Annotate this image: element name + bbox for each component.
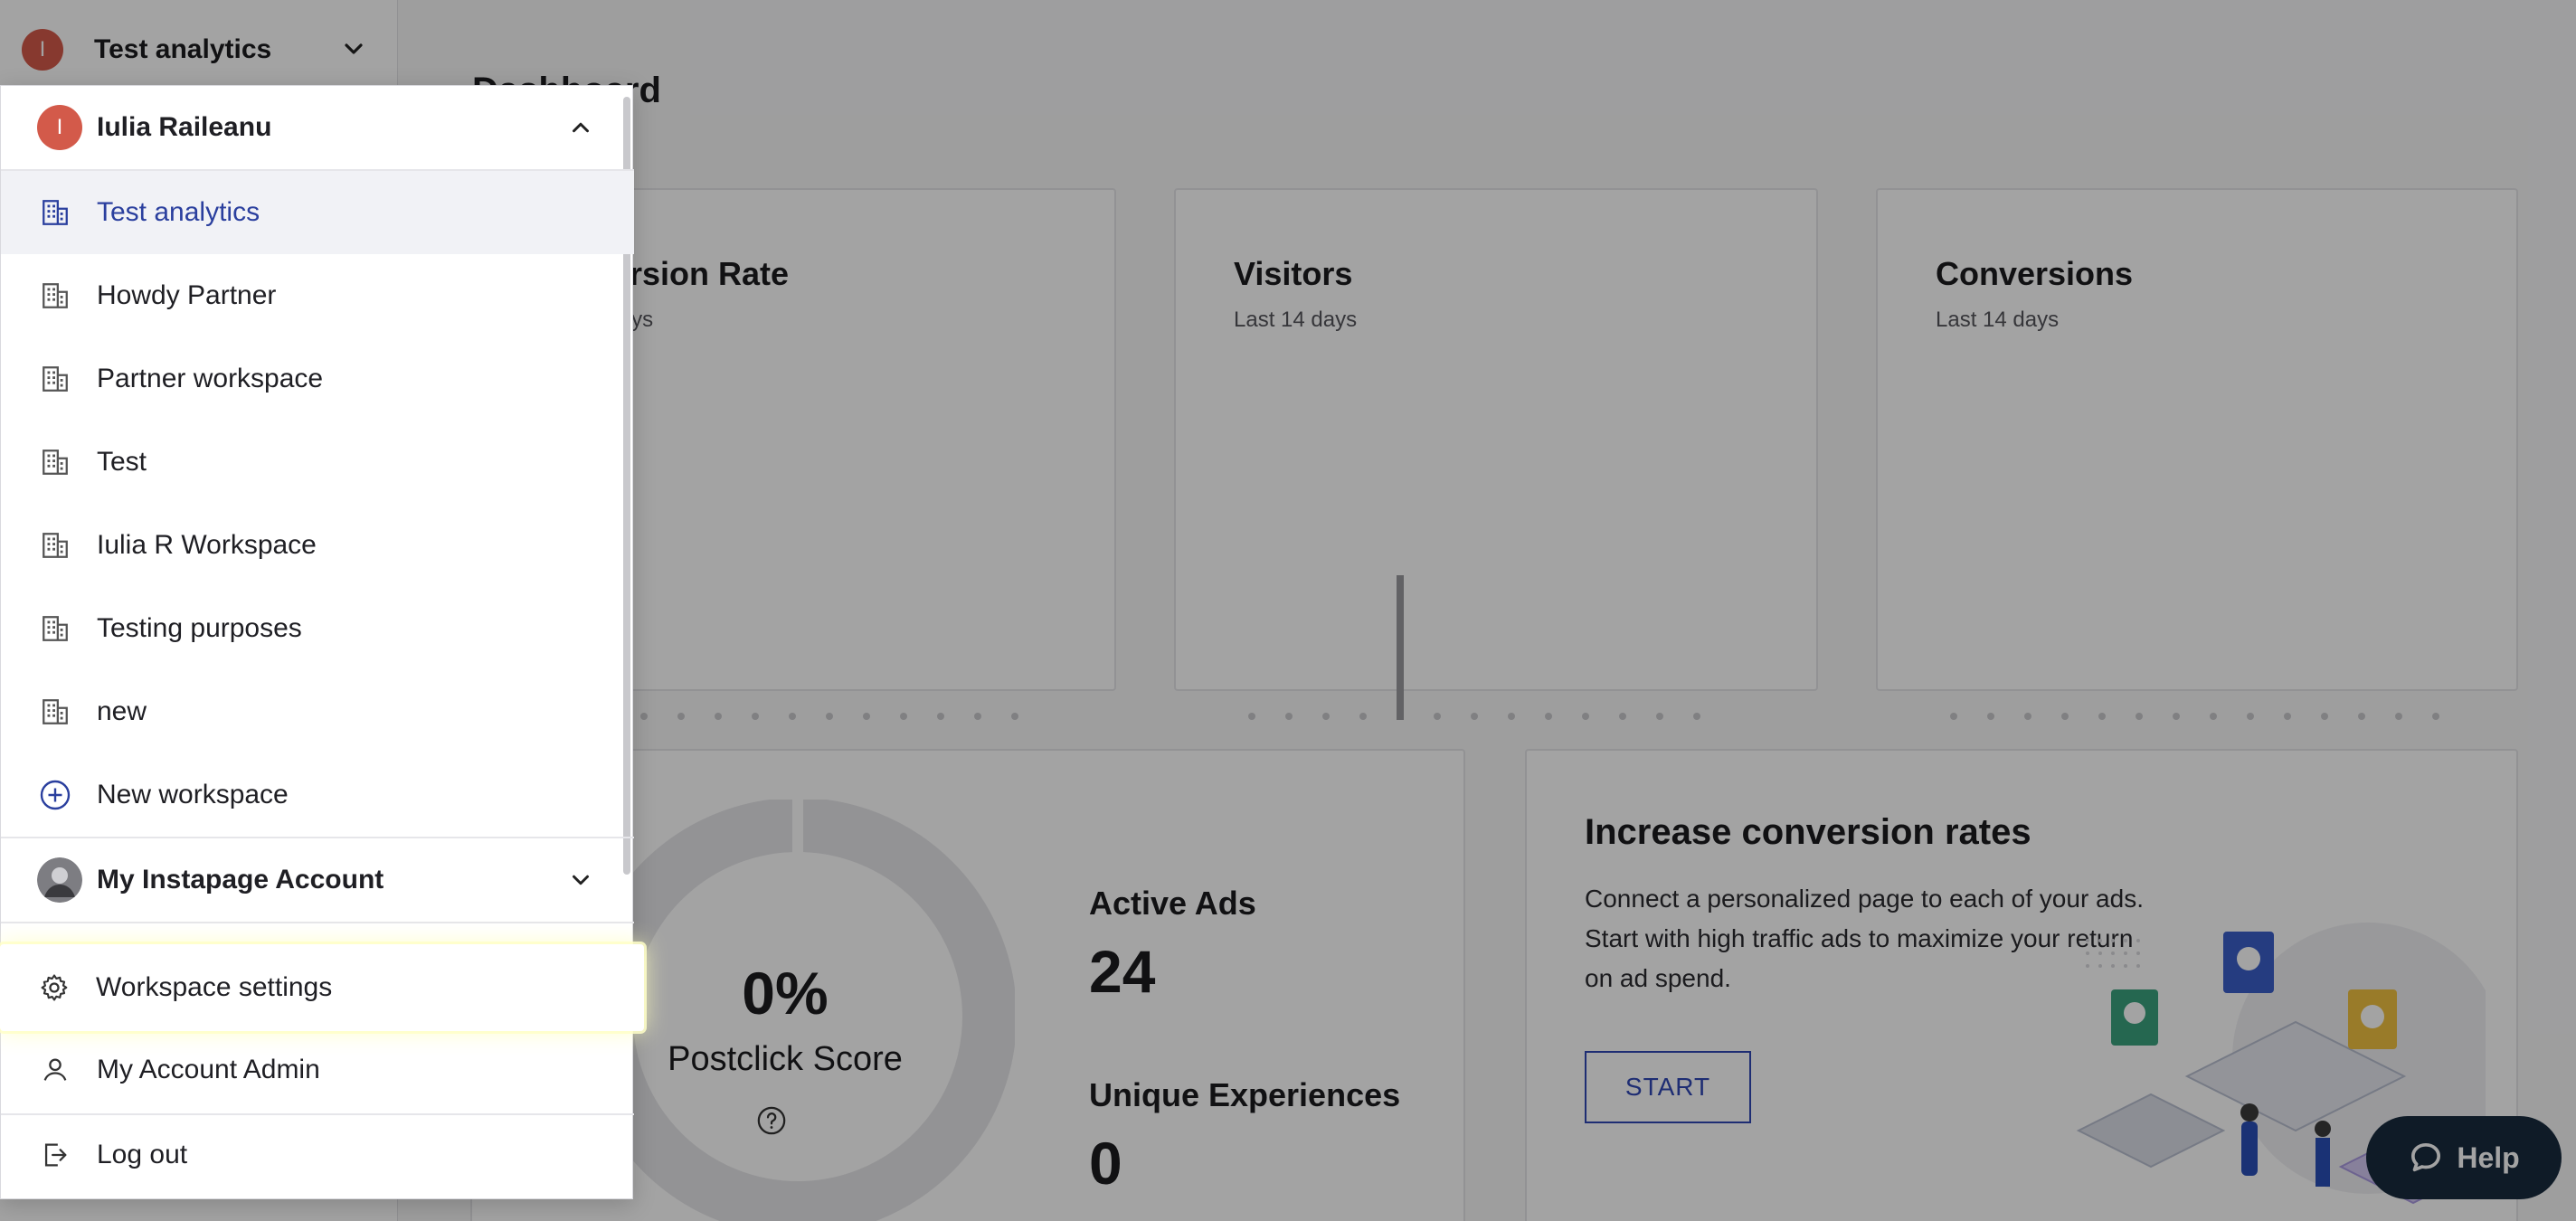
- building-icon: [37, 444, 73, 480]
- log-out-label: Log out: [97, 1140, 188, 1169]
- workspace-item-label: new: [97, 696, 147, 726]
- gear-icon: [36, 970, 72, 1006]
- building-icon: [37, 361, 73, 397]
- workspace-item-label: Test: [97, 447, 147, 477]
- workspace-settings-item[interactable]: Workspace settings: [0, 944, 644, 1031]
- workspace-dropdown-menu: I Iulia Raileanu Test analytics Howdy Pa…: [0, 85, 634, 1199]
- menu-divider: [1, 922, 634, 923]
- building-icon: [37, 278, 73, 314]
- user-icon: [37, 1052, 73, 1088]
- workspace-item-label: Testing purposes: [97, 613, 302, 643]
- workspace-settings-label: Workspace settings: [96, 972, 333, 1002]
- my-account-admin-label: My Account Admin: [97, 1055, 320, 1084]
- chevron-down-icon: [573, 875, 589, 885]
- workspace-item-label: Howdy Partner: [97, 280, 277, 310]
- workspace-item-label: Partner workspace: [97, 364, 324, 393]
- instapage-account-header[interactable]: My Instapage Account: [1, 838, 634, 922]
- new-workspace-label: New workspace: [97, 780, 289, 809]
- logout-icon: [37, 1137, 73, 1173]
- instapage-account-label: My Instapage Account: [97, 865, 384, 894]
- workspace-item-label: Test analytics: [97, 197, 260, 227]
- chevron-up-icon: [573, 122, 589, 133]
- account-header[interactable]: I Iulia Raileanu: [1, 86, 634, 169]
- workspace-item-test-analytics[interactable]: Test analytics: [1, 171, 634, 254]
- my-account-admin-item[interactable]: My Account Admin: [1, 1028, 634, 1112]
- workspace-item-testing-purposes[interactable]: Testing purposes: [1, 587, 634, 670]
- workspace-item-iulia-r-workspace[interactable]: Iulia R Workspace: [1, 504, 634, 587]
- workspace-item-test[interactable]: Test: [1, 421, 634, 504]
- building-icon: [37, 610, 73, 647]
- new-workspace-button[interactable]: New workspace: [1, 753, 634, 837]
- account-avatar: I: [37, 105, 82, 150]
- account-photo-avatar: [37, 857, 82, 903]
- building-icon: [37, 694, 73, 730]
- account-name: Iulia Raileanu: [97, 112, 272, 142]
- workspace-item-label: Iulia R Workspace: [97, 530, 317, 560]
- plus-circle-icon: [37, 777, 73, 813]
- workspace-item-partner-workspace[interactable]: Partner workspace: [1, 337, 634, 421]
- log-out-item[interactable]: Log out: [1, 1113, 634, 1197]
- workspace-item-howdy-partner[interactable]: Howdy Partner: [1, 254, 634, 337]
- building-icon: [37, 194, 73, 231]
- workspace-item-new[interactable]: new: [1, 670, 634, 753]
- building-icon: [37, 527, 73, 563]
